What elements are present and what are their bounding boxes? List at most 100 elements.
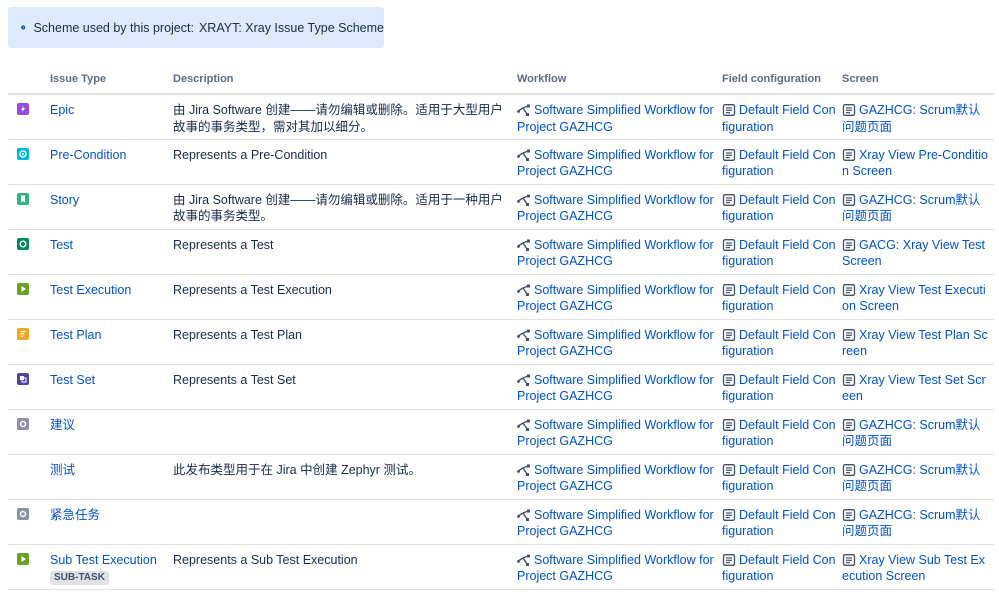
issue-type-description: Represents a Test Plan (173, 327, 303, 342)
description-cell: Represents a Test (173, 229, 517, 275)
screen-icon (842, 373, 856, 386)
header-field-configuration: Field configuration (722, 64, 842, 95)
screen-link[interactable]: GAZHCG: Scrum默认问题页面 (842, 508, 981, 539)
issue-type-link[interactable]: 测试 (50, 463, 75, 477)
issue-type-link[interactable]: Test Set (50, 373, 95, 387)
epic-icon (17, 103, 29, 115)
table-header-row: Issue Type Description Workflow Field co… (8, 64, 994, 95)
issue-type-link[interactable]: Test Execution (50, 283, 131, 297)
field-configuration-cell: Default Field Configuration (722, 319, 842, 365)
field-configuration-link[interactable]: Default Field Configuration (722, 418, 836, 449)
screen-cell: Xray View Test Plan Screen (842, 319, 994, 365)
issue-type-description: Represents a Sub Test Execution (173, 552, 358, 567)
description-cell (173, 499, 517, 545)
issue-type-link[interactable]: Epic (50, 103, 74, 117)
issue-type-link[interactable]: Story (50, 193, 79, 207)
field-configuration-icon (722, 508, 736, 521)
issue-type-cell: 建议 (50, 409, 173, 455)
issue-type-description: Represents a Test Execution (173, 282, 332, 297)
workflow-link[interactable]: Software Simplified Workflow for Project… (517, 418, 714, 449)
issue-type-link[interactable]: Sub Test Execution (50, 553, 157, 567)
screen-link[interactable]: Xray View Test Plan Screen (842, 328, 988, 359)
issue-type-description: 由 Jira Software 创建——请勿编辑或删除。适用于一种用户故事的事务… (173, 192, 503, 224)
field-configuration-link[interactable]: Default Field Configuration (722, 508, 836, 539)
screen-link[interactable]: GAZHCG: Scrum默认问题页面 (842, 418, 981, 449)
screen-link[interactable]: Xray View Pre-Condition Screen (842, 148, 988, 179)
issue-type-cell: Test (50, 229, 173, 275)
issue-type-link[interactable]: 建议 (50, 418, 75, 432)
screen-icon (842, 148, 856, 161)
field-configuration-link[interactable]: Default Field Configuration (722, 463, 836, 494)
field-configuration-icon (722, 283, 736, 296)
workflow-cell: Software Simplified Workflow for Project… (517, 499, 722, 545)
screen-link[interactable]: Xray View Test Execution Screen (842, 283, 986, 314)
screen-link[interactable]: GACG: Xray View Test Screen (842, 238, 985, 269)
issue-type-description: Represents a Test (173, 237, 274, 252)
field-configuration-link[interactable]: Default Field Configuration (722, 193, 836, 224)
issue-type-cell: Pre-Condition (50, 139, 173, 185)
field-configuration-link[interactable]: Default Field Configuration (722, 148, 836, 179)
test-plan-icon (17, 327, 29, 340)
screen-link[interactable]: Xray View Sub Test Execution Screen (842, 553, 985, 584)
field-configuration-icon (722, 104, 736, 116)
workflow-link[interactable]: Software Simplified Workflow for Project… (517, 283, 714, 314)
workflow-link[interactable]: Software Simplified Workflow for Project… (517, 193, 714, 224)
workflow-cell: Software Simplified Workflow for Project… (517, 454, 722, 500)
issue-type-icon-cell (8, 184, 50, 230)
workflow-cell: Software Simplified Workflow for Project… (517, 319, 722, 365)
screen-link[interactable]: Xray View Test Set Screen (842, 373, 986, 404)
screen-link[interactable]: GAZHCG: Scrum默认问题页面 (842, 103, 981, 134)
table-row: 测试 此发布类型用于在 Jira 中创建 Zephyr 测试。 Software… (8, 454, 994, 500)
field-configuration-icon (722, 193, 736, 206)
issue-type-icon-cell (8, 94, 50, 140)
workflow-link[interactable]: Software Simplified Workflow for Project… (517, 553, 714, 584)
workflow-link[interactable]: Software Simplified Workflow for Project… (517, 148, 714, 179)
field-configuration-cell: Default Field Configuration (722, 229, 842, 275)
workflow-icon (517, 329, 530, 341)
table-row: Test Execution Represents a Test Executi… (8, 274, 994, 320)
screen-icon (842, 104, 856, 116)
workflow-icon (517, 419, 530, 431)
description-cell: 由 Jira Software 创建——请勿编辑或删除。适用于大型用户故事的事务… (173, 94, 517, 140)
field-configuration-link[interactable]: Default Field Configuration (722, 373, 836, 404)
issue-type-link[interactable]: 紧急任务 (50, 508, 100, 522)
screen-icon (842, 463, 856, 476)
issue-type-cell: 紧急任务 (50, 499, 173, 545)
field-configuration-link[interactable]: Default Field Configuration (722, 238, 836, 269)
workflow-link[interactable]: Software Simplified Workflow for Project… (517, 103, 714, 134)
issue-type-cell: Test Execution (50, 274, 173, 320)
workflow-link[interactable]: Software Simplified Workflow for Project… (517, 328, 714, 359)
issue-type-link[interactable]: Test (50, 238, 73, 252)
screen-link[interactable]: GAZHCG: Scrum默认问题页面 (842, 193, 981, 224)
workflow-icon (517, 509, 530, 521)
workflow-link[interactable]: Software Simplified Workflow for Project… (517, 373, 714, 404)
screen-cell: GAZHCG: Scrum默认问题页面 (842, 409, 994, 455)
field-configuration-link[interactable]: Default Field Configuration (722, 553, 836, 584)
workflow-link[interactable]: Software Simplified Workflow for Project… (517, 238, 714, 269)
workflow-link[interactable]: Software Simplified Workflow for Project… (517, 463, 714, 494)
screen-cell: GAZHCG: Scrum默认问题页面 (842, 454, 994, 500)
description-cell (173, 409, 517, 455)
issue-type-cell: Test Set (50, 364, 173, 410)
screen-cell: Xray View Test Set Screen (842, 364, 994, 410)
screen-icon (842, 553, 856, 566)
issue-type-link[interactable]: Pre-Condition (50, 148, 126, 162)
workflow-cell: Software Simplified Workflow for Project… (517, 94, 722, 140)
field-configuration-cell: Default Field Configuration (722, 94, 842, 140)
workflow-link[interactable]: Software Simplified Workflow for Project… (517, 508, 714, 539)
field-configuration-icon (722, 238, 736, 251)
workflow-icon (517, 464, 530, 476)
field-configuration-link[interactable]: Default Field Configuration (722, 283, 836, 314)
issue-type-icon-cell (8, 139, 50, 185)
screen-cell: GAZHCG: Scrum默认问题页面 (842, 94, 994, 140)
urgent-task-icon (17, 507, 29, 520)
field-configuration-link[interactable]: Default Field Configuration (722, 328, 836, 359)
screen-link[interactable]: GAZHCG: Scrum默认问题页面 (842, 463, 981, 494)
field-configuration-link[interactable]: Default Field Configuration (722, 103, 836, 134)
field-configuration-cell: Default Field Configuration (722, 184, 842, 230)
field-configuration-icon (722, 328, 736, 341)
suggestion-icon (17, 417, 29, 430)
issue-type-icon-cell (8, 229, 50, 275)
issue-type-link[interactable]: Test Plan (50, 328, 101, 342)
issue-type-icon-cell (8, 499, 50, 545)
